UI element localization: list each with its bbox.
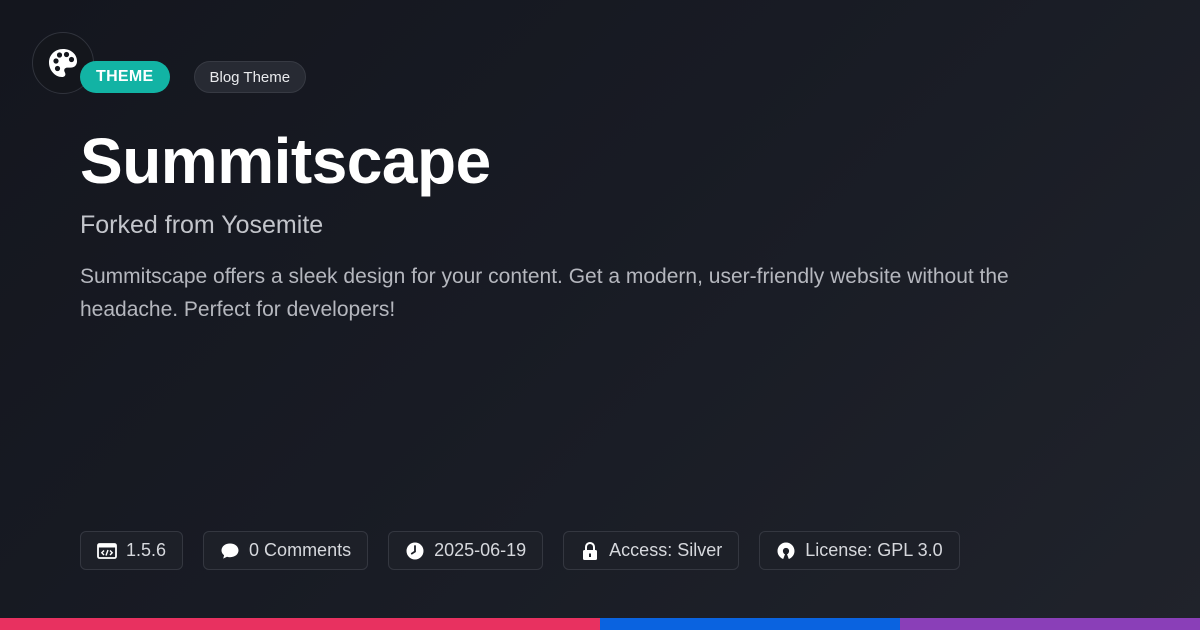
comment-bubble-icon [220,541,240,561]
open-source-icon [776,541,796,561]
meta-row: 1.5.6 0 Comments 2025-06-19 Access: Silv… [80,531,960,570]
lock-icon [580,541,600,561]
code-window-icon [97,541,117,561]
clock-icon [405,541,425,561]
access-chip: Access: Silver [563,531,740,570]
page-title: Summitscape [80,125,491,197]
bottom-bar-segment-blue [600,618,900,630]
bottom-bar-segment-purple [900,618,1200,630]
date-chip: 2025-06-19 [388,531,544,570]
access-text: Access: Silver [609,540,723,560]
category-badge[interactable]: THEME [80,61,170,93]
comments-text: 0 Comments [249,540,352,560]
date-text: 2025-06-19 [434,540,527,560]
palette-icon [46,46,80,80]
license-chip[interactable]: License: GPL 3.0 [759,531,960,570]
bottom-bar-segment-red [0,618,600,630]
version-chip: 1.5.6 [80,531,184,570]
type-badge[interactable]: Blog Theme [193,61,307,93]
comments-chip[interactable]: 0 Comments [203,531,369,570]
bottom-color-bar [0,618,1200,630]
subtitle: Forked from Yosemite [80,211,324,239]
description: Summitscape offers a sleek design for yo… [80,265,1009,321]
version-text: 1.5.6 [126,540,167,560]
license-text: License: GPL 3.0 [805,540,943,560]
tag-row: THEME Blog Theme [80,61,307,93]
